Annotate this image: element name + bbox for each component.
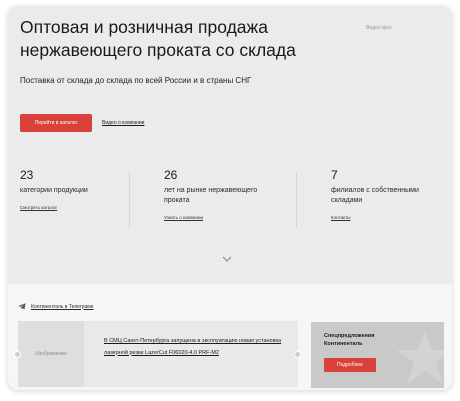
offer-details-button[interactable]: Подробнее: [324, 358, 376, 372]
news-section: Континенталь в Телеграме Изображение В С…: [8, 284, 452, 390]
telegram-icon: [18, 303, 26, 310]
stat-description: лет на рынке нержавеющего проката: [164, 187, 258, 204]
hero-subtitle: Поставка от склада до склада по всей Рос…: [20, 76, 252, 85]
company-video-link[interactable]: Видео о компании: [102, 120, 144, 126]
offer-title: Спецпредложения Континенталь: [324, 333, 375, 347]
view-catalog-link[interactable]: Смотреть каталог: [20, 205, 57, 210]
divider: [296, 172, 297, 228]
telegram-link[interactable]: Континенталь в Телеграме: [18, 303, 94, 310]
divider: [129, 172, 130, 228]
stat-description: категории продукции: [20, 187, 88, 194]
stat-branches: 7 филиалов с собственными складами Конта…: [331, 168, 451, 224]
news-card[interactable]: Изображение В СМЦ Санкт-Петербурга запущ…: [18, 321, 298, 387]
stat-categories: 23 категории продукции Смотреть каталог: [20, 168, 140, 214]
stat-description: филиалов с собственными складами: [331, 187, 419, 204]
video-background-label: Видео фон: [366, 25, 392, 31]
chevron-down-icon[interactable]: [222, 256, 232, 262]
hero-section: Оптовая и розничная продажа нержавеющего…: [8, 6, 452, 284]
page-title: Оптовая и розничная продажа нержавеющего…: [20, 17, 296, 60]
news-headline-link[interactable]: В СМЦ Санкт-Петербурга запущена в эксплу…: [104, 336, 284, 359]
about-company-link[interactable]: Узнать о компании: [164, 215, 203, 220]
carousel-prev-dot[interactable]: [14, 351, 21, 358]
carousel-next-dot[interactable]: [294, 351, 301, 358]
contacts-link[interactable]: Контакты: [331, 215, 350, 220]
stat-number: 23: [20, 168, 34, 182]
catalog-button[interactable]: Перейти в каталог: [20, 114, 92, 132]
news-image-placeholder: Изображение: [18, 321, 84, 387]
stat-years: 26 лет на рынке нержавеющего проката Узн…: [164, 168, 284, 224]
main-card: Оптовая и розничная продажа нержавеющего…: [8, 6, 452, 390]
special-offer-card: Спецпредложения Континенталь Подробнее: [311, 322, 444, 388]
stat-number: 26: [164, 168, 178, 182]
stat-number: 7: [331, 168, 338, 182]
telegram-link-label: Континенталь в Телеграме: [31, 303, 94, 310]
